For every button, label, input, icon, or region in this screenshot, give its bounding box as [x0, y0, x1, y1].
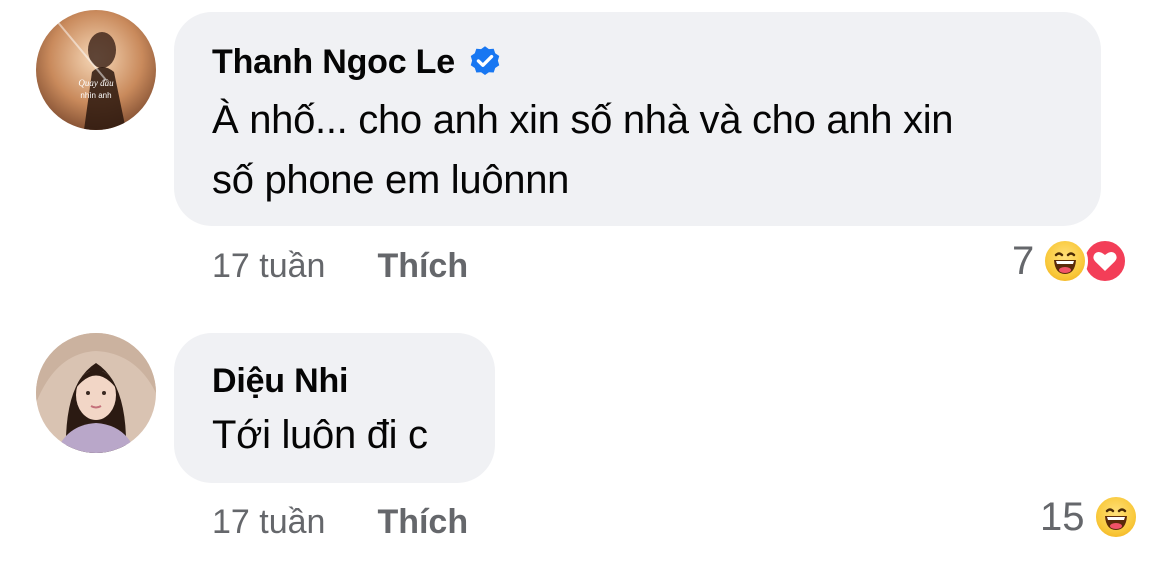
reaction-count: 7	[1012, 238, 1035, 283]
comment-text: À nhố... cho anh xin số nhà và cho anh x…	[212, 90, 1101, 210]
comment-author[interactable]: Diệu Nhi	[212, 361, 495, 401]
love-icon	[1082, 238, 1129, 284]
comment-meta: 17 tuần Thích	[212, 246, 468, 286]
comment-item: Quay đầu nhìn anh Thanh Ngoc Le À nhố...…	[0, 0, 1170, 300]
comment-text: Tới luôn đi c	[212, 405, 495, 465]
comment-text-line: số phone em luônnn	[212, 158, 570, 202]
comment-text-line: À nhố... cho anh xin số nhà và cho anh x…	[212, 98, 954, 142]
verified-badge-icon	[467, 44, 503, 80]
author-name[interactable]: Diệu Nhi	[212, 361, 348, 401]
comment-time[interactable]: 17 tuần	[212, 247, 325, 286]
reaction-count: 15	[1040, 494, 1085, 539]
svg-text:Quay đầu: Quay đầu	[78, 78, 114, 88]
reaction-summary[interactable]: 15	[1040, 494, 1139, 540]
comment-text-line: Tới luôn đi c	[212, 413, 428, 457]
comment-item: Diệu Nhi Tới luôn đi c 17 tuần Thích 15	[0, 300, 1170, 569]
haha-icon	[1042, 238, 1089, 284]
author-name[interactable]: Thanh Ngoc Le	[212, 42, 455, 82]
like-button[interactable]: Thích	[377, 247, 468, 286]
album-cover-avatar-icon: Quay đầu nhìn anh	[36, 10, 156, 130]
profile-photo-avatar-icon	[36, 333, 156, 453]
svg-text:nhìn anh: nhìn anh	[80, 91, 111, 100]
like-button[interactable]: Thích	[377, 503, 468, 542]
reaction-summary[interactable]: 7	[1012, 238, 1129, 284]
avatar[interactable]	[36, 333, 156, 453]
haha-icon	[1092, 494, 1139, 540]
comment-bubble: Diệu Nhi Tới luôn đi c	[174, 333, 495, 483]
comment-meta: 17 tuần Thích	[212, 502, 468, 542]
comment-author[interactable]: Thanh Ngoc Le	[212, 42, 1101, 82]
avatar[interactable]: Quay đầu nhìn anh	[36, 10, 156, 130]
comment-bubble: Thanh Ngoc Le À nhố... cho anh xin số nh…	[174, 12, 1101, 226]
comment-time[interactable]: 17 tuần	[212, 503, 325, 542]
